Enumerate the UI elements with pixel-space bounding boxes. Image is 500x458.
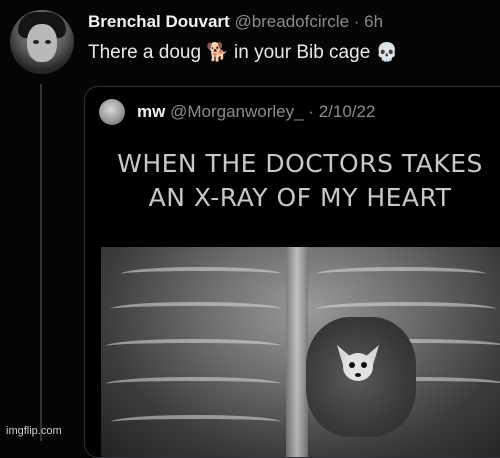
quoted-author-handle[interactable]: @Morganworley_ <box>170 102 303 121</box>
xray-rib <box>111 302 281 316</box>
meme-caption-line-1: WHEN THE DOCTORS TAKES <box>117 149 483 178</box>
quoted-tweet-header: mw @Morganworley_ · 2/10/22 <box>137 102 375 122</box>
tweet-header: Brenchal Douvart @breadofcircle · 6h <box>88 12 383 32</box>
xray-spine <box>286 247 308 457</box>
tweet-text: There a doug 🐕 in your Bib cage 💀 <box>88 42 398 64</box>
xray-rib <box>106 339 281 353</box>
time-separator: · <box>353 12 360 31</box>
xray-rib <box>316 267 486 281</box>
dog-emoji-icon: 🐕 <box>206 42 229 62</box>
xray-rib <box>106 377 281 391</box>
xray-image <box>101 247 500 457</box>
xray-rib <box>111 415 281 429</box>
quoted-tweet-date[interactable]: 2/10/22 <box>319 102 376 121</box>
tweet-time[interactable]: 6h <box>364 12 383 31</box>
quoted-author-name[interactable]: mw <box>137 102 165 121</box>
xray-rib <box>121 267 281 281</box>
quoted-author-avatar[interactable] <box>99 99 125 125</box>
meme-caption: WHEN THE DOCTORS TAKES AN X-RAY OF MY HE… <box>85 147 500 215</box>
avatar-face <box>27 24 57 62</box>
avatar-eye <box>45 40 51 44</box>
imgflip-watermark: imgflip.com <box>6 425 62 437</box>
author-name[interactable]: Brenchal Douvart <box>88 12 230 31</box>
author-avatar[interactable] <box>10 10 74 74</box>
author-handle[interactable]: @breadofcircle <box>234 12 349 31</box>
chihuahua-face-icon <box>337 345 379 381</box>
thread-line <box>40 84 42 441</box>
tweet-text-after: in your Bib cage <box>234 42 371 63</box>
quoted-tweet[interactable]: mw @Morganworley_ · 2/10/22 WHEN THE DOC… <box>84 86 500 458</box>
skull-emoji-icon: 💀 <box>375 42 398 62</box>
quoted-date-separator: · <box>308 102 314 121</box>
meme-caption-line-2: AN X-RAY OF MY HEART <box>148 183 452 212</box>
xray-rib <box>316 302 496 316</box>
avatar-eye <box>33 40 39 44</box>
tweet-text-before: There a doug <box>88 42 202 63</box>
